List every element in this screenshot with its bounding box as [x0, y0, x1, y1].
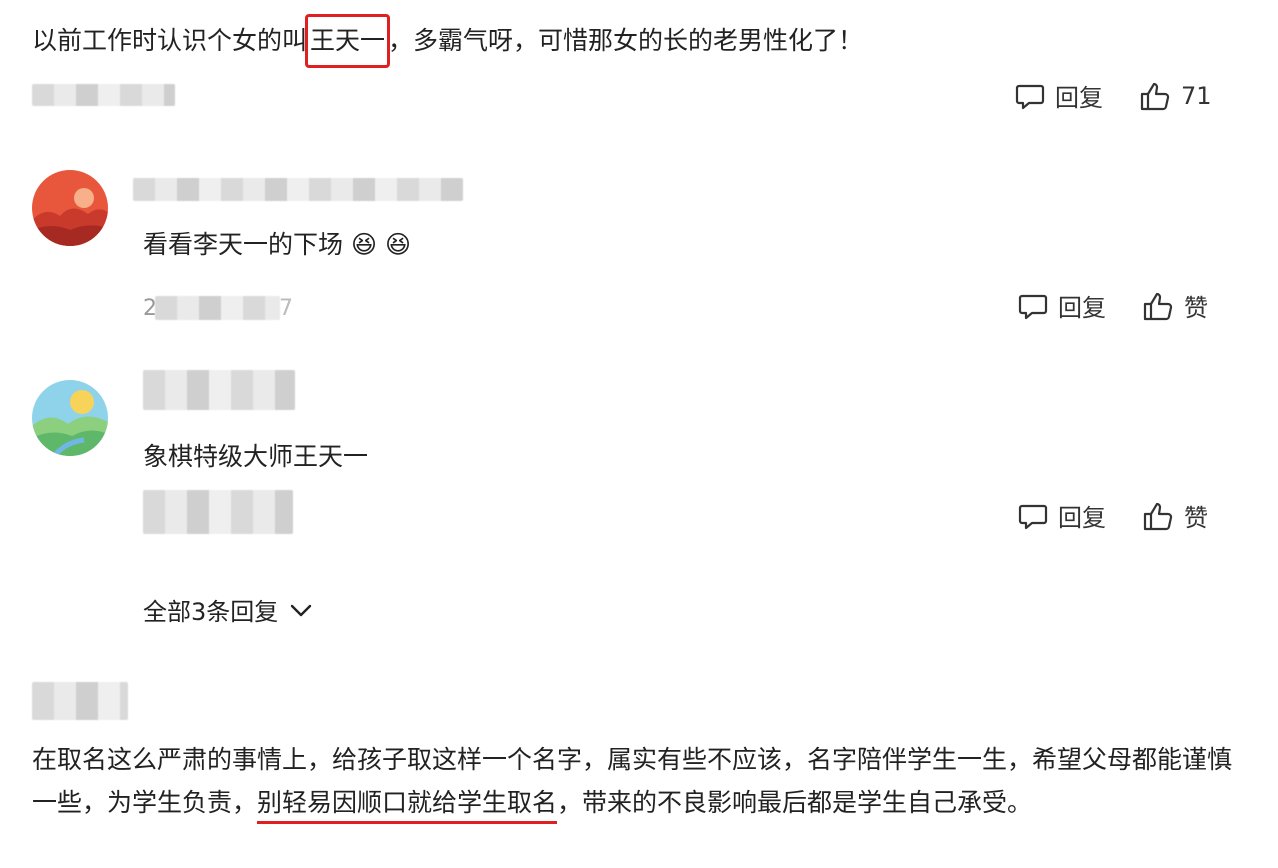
blurred-date — [155, 296, 280, 320]
blurred-username — [32, 84, 175, 106]
comment-icon — [1018, 504, 1048, 529]
expand-replies-label: 全部3条回复 — [143, 598, 279, 626]
like-button[interactable]: 赞 — [1142, 498, 1208, 533]
chevron-down-icon — [291, 604, 312, 616]
reply-button[interactable]: 回复 — [1015, 78, 1103, 113]
reply-actions: 回复 赞 — [1018, 498, 1208, 533]
top-comment-text: 以前工作时认识个女的叫 王天一 ，多霸气呀，可惜那女的长的老男性化了！ — [32, 14, 864, 68]
thumbs-up-icon — [1140, 82, 1170, 110]
thumbs-up-icon — [1143, 292, 1173, 320]
date-fragment: 7 — [279, 296, 293, 321]
reply-text: 象棋特级大师王天一 — [143, 442, 369, 471]
like-button[interactable]: 71 — [1139, 80, 1212, 112]
like-label: 赞 — [1184, 504, 1208, 532]
comment-icon — [1018, 294, 1048, 319]
reply-actions: 回复 赞 — [1018, 288, 1208, 323]
grinning-emoji-icon: 😆 — [384, 230, 412, 259]
sunset-avatar-icon — [32, 170, 108, 246]
blurred-username — [32, 682, 128, 720]
reply-label: 回复 — [1055, 84, 1103, 112]
highlighted-name: 王天一 — [305, 14, 391, 68]
underlined-text: 别轻易因顺口就给学生取名 — [257, 788, 558, 824]
like-count: 71 — [1181, 81, 1212, 110]
bottom-comment-text: 在取名这么严肃的事情上，给孩子取这样一个名字，属实有些不应该，名字陪伴学生一生，… — [32, 738, 1232, 824]
blurred-date — [143, 490, 293, 534]
blurred-username — [133, 178, 463, 201]
grinning-emoji-icon: 😆 — [350, 230, 378, 259]
reply-text: 看看李天一的下场 😆 😆 — [143, 230, 412, 259]
expand-replies-button[interactable]: 全部3条回复 — [143, 592, 314, 627]
like-button[interactable]: 赞 — [1142, 288, 1208, 323]
reply-button[interactable]: 回复 — [1018, 498, 1106, 533]
avatar[interactable] — [32, 380, 108, 456]
landscape-avatar-icon — [32, 380, 108, 456]
comment-icon — [1015, 84, 1045, 109]
reply-label: 回复 — [1058, 504, 1106, 532]
blurred-username — [143, 370, 295, 410]
reply-button[interactable]: 回复 — [1018, 288, 1106, 323]
top-comment-text-after: ，多霸气呀，可惜那女的长的老男性化了！ — [388, 26, 864, 55]
top-comment-text-before: 以前工作时认识个女的叫 — [32, 26, 308, 55]
top-comment-actions: 回复 71 — [1015, 78, 1212, 113]
like-label: 赞 — [1184, 294, 1208, 322]
avatar[interactable] — [32, 170, 108, 246]
thumbs-up-icon — [1143, 502, 1173, 530]
reply-label: 回复 — [1058, 294, 1106, 322]
